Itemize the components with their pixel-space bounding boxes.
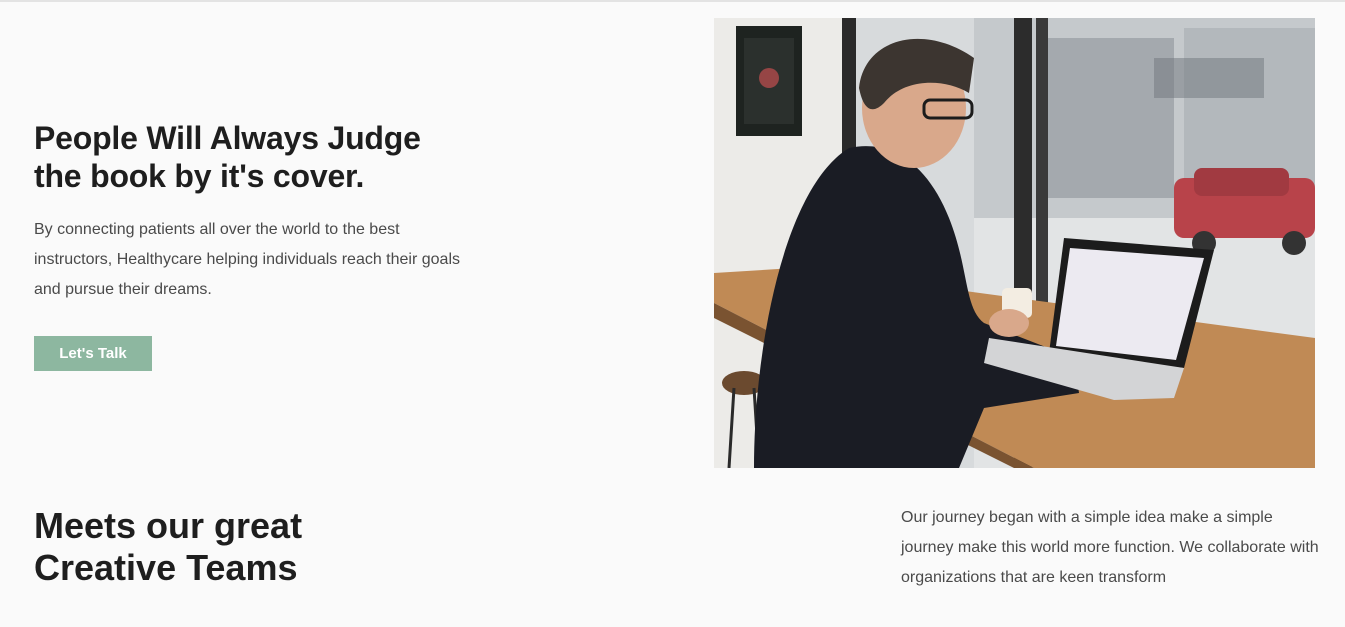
lets-talk-button[interactable]: Let's Talk <box>34 336 152 371</box>
hero-heading-line-1: People Will Always Judge <box>34 120 421 156</box>
team-description: Our journey began with a simple idea mak… <box>901 509 1319 586</box>
hero-description: By connecting patients all over the worl… <box>34 221 460 298</box>
top-divider <box>0 0 1345 2</box>
hero-heading: People Will Always Judge the book by it'… <box>34 119 494 195</box>
team-heading: Meets our great Creative Teams <box>34 505 434 589</box>
team-heading-line-1: Meets our great <box>34 505 303 546</box>
hero-photo <box>714 18 1315 468</box>
hero-heading-line-2: the book by it's cover. <box>34 158 365 194</box>
team-heading-line-2: Creative Teams <box>34 547 298 588</box>
